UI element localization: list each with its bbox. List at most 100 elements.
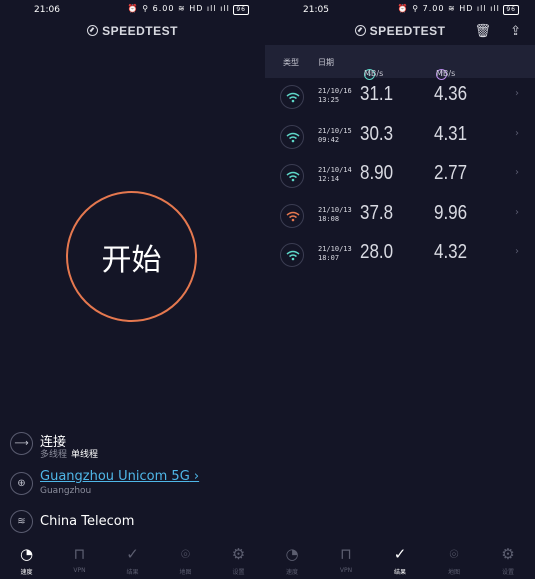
status-time: 21:06	[34, 5, 60, 15]
wifi-icon	[280, 243, 304, 267]
nav-vpn[interactable]: ⊓ VPN	[60, 539, 100, 579]
start-label: 开始	[101, 242, 162, 278]
globe-icon: ⊕	[10, 472, 33, 495]
chevron-right-icon: ›	[515, 246, 519, 257]
nav-settings[interactable]: ⚙ 设置	[488, 539, 528, 579]
nav-map[interactable]: ⌾ 地图	[166, 539, 206, 579]
result-datetime: 21/10/15 09:42	[318, 127, 352, 145]
battery-icon: 96	[233, 5, 249, 15]
nav-map-label: 地图	[447, 569, 460, 576]
gear-icon: ⚙	[501, 545, 515, 563]
upload-unit: MB/s	[436, 69, 456, 78]
nav-vpn[interactable]: ⊓ VPN	[326, 539, 366, 579]
result-row[interactable]: 21/10/13 18:07 28.0 4.32 ›	[265, 237, 535, 276]
provider-row: ≋ China Telecom	[10, 510, 255, 536]
result-row[interactable]: 21/10/13 18:08 37.8 9.96 ›	[265, 198, 535, 237]
map-pin-icon: ⌾	[180, 545, 190, 563]
result-row[interactable]: 21/10/16 13:25 31.1 4.36 ›	[265, 79, 535, 118]
wifi-icon	[280, 85, 304, 109]
chevron-right-icon: ›	[515, 127, 519, 139]
nav-settings[interactable]: ⚙ 设置	[219, 539, 259, 579]
result-time: 13:25	[318, 96, 340, 104]
nav-settings-label: 设置	[501, 569, 514, 576]
status-time: 21:05	[303, 5, 329, 15]
provider-name: China Telecom	[40, 514, 135, 529]
result-datetime: 21/10/16 13:25	[318, 87, 352, 105]
status-icons: ⏰ ⚲ 7.00 ≋ HD ıll ıll 96	[398, 4, 519, 15]
battery-icon: 96	[503, 5, 519, 15]
result-time: 18:07	[318, 254, 340, 262]
status-bar: 21:06 ⏰ ⚲ 6.00 ≋ HD ıll ıll 96	[0, 0, 265, 20]
wifi-icon	[280, 164, 304, 188]
nav-map-label: 地图	[179, 569, 192, 576]
column-type[interactable]: 类型	[283, 57, 299, 68]
gear-icon: ⚙	[231, 545, 246, 563]
server-name: Guangzhou Unicom 5G	[40, 469, 190, 484]
download-value: 37.8	[360, 201, 394, 224]
bottom-nav: ◔ 速度 ⊓ VPN ✓ 结果 ⌾ 地图 ⚙ 设置	[265, 539, 535, 579]
upload-value: 2.77	[434, 162, 468, 184]
download-value: 8.90	[360, 162, 394, 184]
status-icons: ⏰ ⚲ 6.00 ≋ HD ıll ıll 96	[128, 4, 249, 15]
nav-speed[interactable]: ◔ 速度	[7, 539, 47, 579]
server-link[interactable]: Guangzhou Unicom 5G ›	[40, 469, 199, 484]
result-datetime: 21/10/14 12:14	[318, 166, 352, 184]
result-date: 21/10/14	[318, 166, 352, 174]
server-city: Guangzhou	[40, 486, 92, 496]
brand-name: SPEEDTEST	[369, 24, 446, 38]
nav-vpn-label: VPN	[339, 567, 353, 574]
chevron-right-icon: ›	[515, 167, 519, 178]
results-header: 类型 日期 ↓ MB/s ↑ MB/s	[265, 45, 535, 80]
result-row[interactable]: 21/10/14 12:14 8.90 2.77 ›	[265, 158, 535, 197]
upload-value: 4.36	[434, 83, 468, 105]
result-time: 09:42	[318, 135, 340, 144]
lock-icon: ⊓	[73, 545, 86, 563]
server-row: ⊕ Guangzhou Unicom 5G › Guangzhou	[10, 469, 255, 499]
check-icon: ✓	[126, 545, 139, 563]
gauge-icon: ◔	[19, 545, 34, 563]
connections-row[interactable]: ⟶ 连接 多线程 单线程	[10, 430, 255, 460]
bottom-nav: ◔ 速度 ⊓ VPN ✓ 结果 ⌾ 地图 ⚙ 设置	[0, 539, 265, 579]
gauge-icon: ◔	[285, 545, 299, 563]
share-icon[interactable]: ⇪	[510, 24, 521, 39]
multi-thread-option[interactable]: 多线程	[40, 450, 67, 460]
upload-value: 4.31	[434, 122, 468, 145]
status-bar: 21:05 ⏰ ⚲ 7.00 ≋ HD ıll ıll 96	[265, 0, 535, 20]
nav-results-label: 结果	[393, 569, 406, 576]
result-row[interactable]: 21/10/15 09:42 30.3 4.31 ›	[265, 119, 535, 158]
nav-speed[interactable]: ◔ 速度	[272, 539, 312, 579]
result-date: 21/10/16	[318, 87, 352, 95]
download-unit: MB/s	[364, 69, 384, 78]
status-indicators: ⏰ ⚲ 7.00 ≋ HD ıll ıll	[397, 4, 500, 13]
result-date: 21/10/13	[318, 205, 352, 214]
speedtest-logo-icon	[87, 25, 99, 36]
start-button[interactable]: 开始	[66, 191, 197, 322]
result-datetime: 21/10/13 18:08	[318, 206, 352, 224]
wifi-icon: ≋	[10, 510, 33, 533]
result-time: 12:14	[318, 175, 340, 183]
nav-map[interactable]: ⌾ 地图	[434, 539, 474, 579]
result-time: 18:08	[318, 214, 340, 223]
speedtest-start-screen: 21:06 ⏰ ⚲ 6.00 ≋ HD ıll ıll 96 SPEEDTEST…	[0, 0, 265, 579]
app-brand: SPEEDTEST	[0, 24, 265, 38]
trash-icon[interactable]: 🗑	[474, 24, 491, 39]
check-icon: ✓	[393, 545, 407, 563]
download-value: 28.0	[360, 241, 394, 263]
lock-icon: ⊓	[340, 545, 352, 563]
nav-settings-label: 设置	[232, 569, 245, 576]
connections-icon: ⟶	[10, 432, 33, 455]
nav-results[interactable]: ✓ 结果	[380, 539, 420, 579]
upload-value: 4.32	[434, 241, 468, 263]
nav-vpn-label: VPN	[73, 567, 86, 574]
column-date[interactable]: 日期	[318, 57, 334, 68]
results-screen: 21:05 ⏰ ⚲ 7.00 ≋ HD ıll ıll 96 SPEEDTEST…	[265, 0, 535, 579]
upload-value: 9.96	[434, 201, 468, 224]
nav-speed-label: 速度	[20, 569, 33, 576]
result-date: 21/10/13	[318, 245, 352, 253]
result-date: 21/10/15	[318, 126, 352, 135]
speedtest-logo-icon	[354, 25, 366, 36]
app-brand: SPEEDTEST	[265, 24, 535, 38]
nav-results[interactable]: ✓ 结果	[113, 539, 153, 579]
download-value: 31.1	[360, 83, 394, 105]
single-thread-option[interactable]: 单线程	[71, 450, 98, 460]
